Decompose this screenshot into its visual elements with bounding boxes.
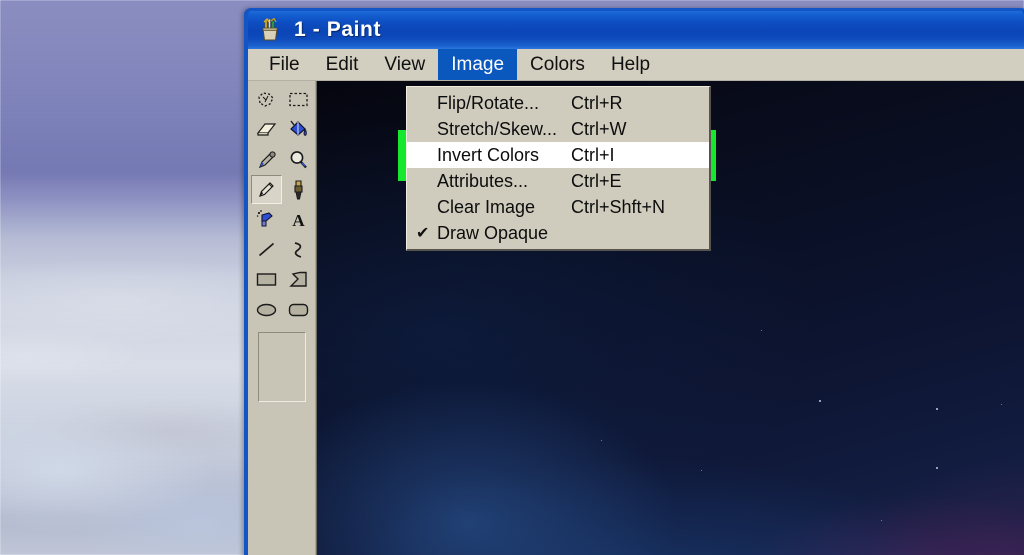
menu-item-accel: Ctrl+E xyxy=(571,170,622,191)
polygon-tool[interactable] xyxy=(283,265,314,294)
fill-tool[interactable] xyxy=(283,115,314,144)
star-dot xyxy=(936,467,938,469)
brush-tool[interactable] xyxy=(283,175,314,204)
menu-item-label: Stretch/Skew... xyxy=(437,118,558,139)
star-dot xyxy=(761,330,762,331)
menu-colors[interactable]: Colors xyxy=(517,49,598,80)
window-titlebar[interactable]: 1 - Paint xyxy=(248,11,1024,49)
star-dot xyxy=(701,470,702,471)
free-form-select-tool[interactable] xyxy=(251,85,282,114)
menu-help[interactable]: Help xyxy=(598,49,663,80)
pencil-tool[interactable] xyxy=(251,175,282,204)
menu-edit[interactable]: Edit xyxy=(313,49,372,80)
tool-options-panel[interactable] xyxy=(257,332,306,402)
text-tool[interactable]: A xyxy=(283,205,314,234)
rectangle-tool[interactable] xyxy=(251,265,282,294)
menu-image[interactable]: Image xyxy=(438,49,518,80)
curve-tool[interactable] xyxy=(283,235,314,264)
checkmark-icon: ✔ xyxy=(416,225,430,242)
airbrush-tool[interactable] xyxy=(251,205,282,234)
star-dot xyxy=(819,400,821,402)
menu-item-stretch-skew[interactable]: Stretch/Skew... Ctrl+W xyxy=(407,116,709,142)
paint-app-icon xyxy=(258,17,282,42)
menu-item-accel: Ctrl+Shft+N xyxy=(571,196,666,217)
star-dot xyxy=(936,408,938,410)
tool-box: A xyxy=(248,81,316,555)
menu-file[interactable]: File xyxy=(256,49,313,80)
star-dot xyxy=(601,440,602,441)
menu-item-label: Draw Opaque xyxy=(437,222,549,243)
menu-item-label: Attributes... xyxy=(437,170,529,191)
menu-item-label: Flip/Rotate... xyxy=(437,92,540,113)
menu-item-label: Invert Colors xyxy=(437,144,540,165)
menu-item-accel: Ctrl+I xyxy=(571,144,615,165)
menu-item-clear-image[interactable]: Clear Image Ctrl+Shft+N xyxy=(407,194,709,220)
screenshot-root: 1 - Paint File Edit View Image Colors He… xyxy=(0,0,1024,555)
tool-grid: A xyxy=(248,85,315,324)
window-title: 1 - Paint xyxy=(294,18,382,41)
menu-view[interactable]: View xyxy=(371,49,438,80)
menu-bar: File Edit View Image Colors Help xyxy=(248,49,1024,81)
rounded-rectangle-tool[interactable] xyxy=(283,295,314,324)
menu-item-invert-colors[interactable]: Invert Colors Ctrl+I xyxy=(407,142,709,168)
rectangle-select-tool[interactable] xyxy=(283,85,314,114)
menu-item-attributes[interactable]: Attributes... Ctrl+E xyxy=(407,168,709,194)
color-picker-tool[interactable] xyxy=(251,145,282,174)
menu-item-label: Clear Image xyxy=(437,196,536,217)
magnifier-tool[interactable] xyxy=(283,145,314,174)
svg-text:A: A xyxy=(292,211,305,229)
menu-item-accel: Ctrl+W xyxy=(571,118,627,139)
image-menu-dropdown: Flip/Rotate... Ctrl+R Stretch/Skew... Ct… xyxy=(406,86,711,251)
menu-item-flip-rotate[interactable]: Flip/Rotate... Ctrl+R xyxy=(407,90,709,116)
ellipse-tool[interactable] xyxy=(251,295,282,324)
eraser-tool[interactable] xyxy=(251,115,282,144)
line-tool[interactable] xyxy=(251,235,282,264)
menu-item-draw-opaque[interactable]: ✔ Draw Opaque xyxy=(407,220,709,246)
menu-item-accel: Ctrl+R xyxy=(571,92,623,113)
star-dot xyxy=(1001,404,1002,405)
star-dot xyxy=(881,520,882,521)
